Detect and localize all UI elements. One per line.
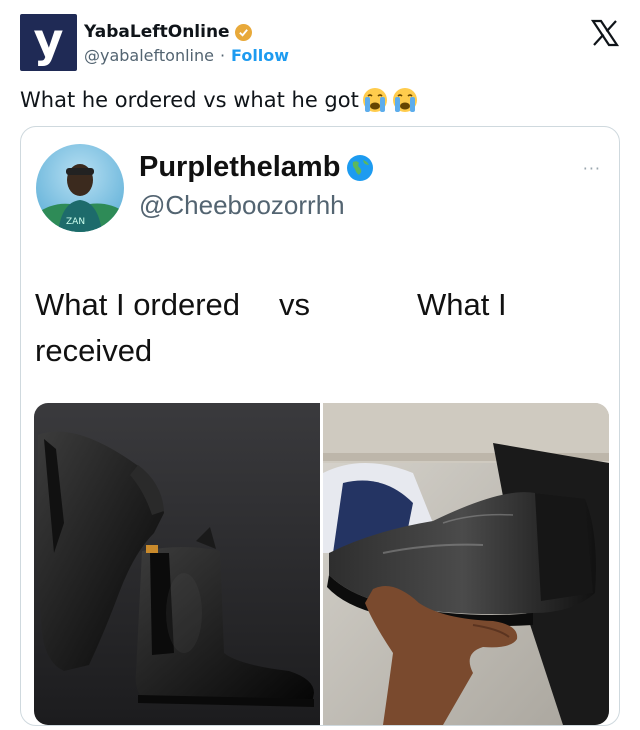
follow-button[interactable]: Follow <box>231 46 289 65</box>
post-text-vs: vs <box>279 287 310 322</box>
account-handle[interactable]: @yabaleftonline <box>84 46 214 65</box>
x-logo-icon[interactable] <box>590 18 620 48</box>
tweet-text-body: What he ordered vs what he got <box>20 88 359 112</box>
account-info: YabaLeftOnline @yabaleftonline · Follow <box>84 22 289 65</box>
more-options-icon[interactable]: ··· <box>583 159 601 178</box>
embedded-account-info: Purplethelamb @Cheeboozorrhh <box>139 151 375 221</box>
embedded-account-name[interactable]: Purplethelamb <box>139 151 340 184</box>
ordered-boots-photo[interactable] <box>34 403 320 725</box>
crying-face-icon <box>392 88 417 112</box>
post-text-what-i: What I <box>417 287 507 322</box>
separator-dot: · <box>219 46 226 65</box>
received-boot-photo[interactable] <box>323 403 609 725</box>
post-text-ordered: What I ordered <box>35 287 241 322</box>
avatar[interactable]: ZAN <box>36 144 124 232</box>
embedded-account-handle[interactable]: @Cheeboozorrhh <box>139 190 375 221</box>
embedded-post-card[interactable]: ZAN Purplethelamb @Cheeboozorrhh ··· Wha… <box>20 126 620 726</box>
logo-letter: y <box>33 12 64 67</box>
post-text-received: received <box>35 333 153 368</box>
verified-badge-icon <box>234 23 252 41</box>
account-name[interactable]: YabaLeftOnline <box>84 22 230 42</box>
tweet-header: y YabaLeftOnline @yabaleftonline · Follo… <box>20 14 620 74</box>
account-logo[interactable]: y <box>20 14 77 71</box>
tweet-text: What he ordered vs what he got <box>20 86 419 114</box>
globe-icon <box>347 154 374 181</box>
svg-text:ZAN: ZAN <box>66 217 85 227</box>
crying-face-icon <box>362 88 387 112</box>
